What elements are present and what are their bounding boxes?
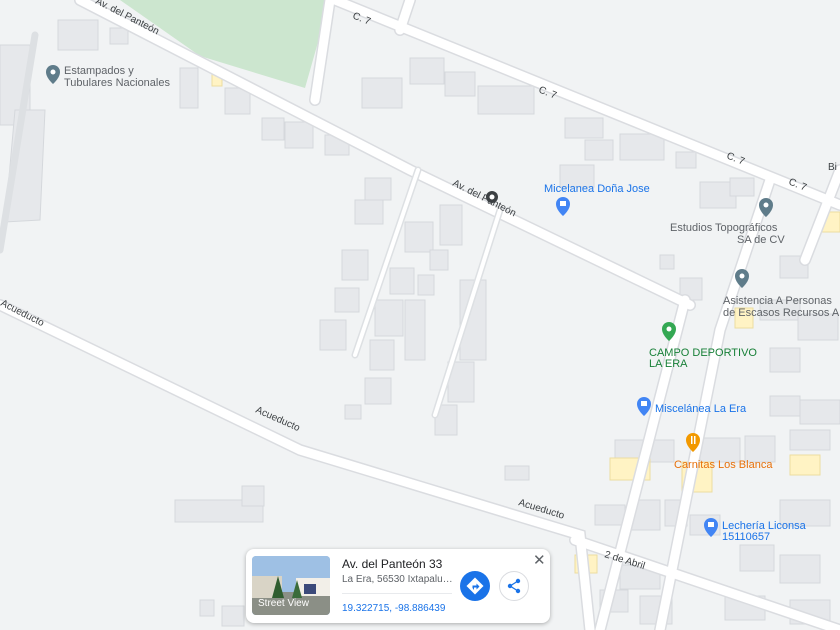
place-coordinates[interactable]: 19.322715, -98.886439 xyxy=(342,603,445,614)
poi-label-miscelanea-la-era[interactable]: Miscelánea La Era xyxy=(655,403,747,415)
street-view-thumbnail[interactable]: Street View xyxy=(252,556,330,615)
place-title: Av. del Panteón 33 xyxy=(342,557,443,571)
map-canvas[interactable]: C. 7 C. 7 C. 7 C. 7 Av. del Panteón Av. … xyxy=(0,0,840,630)
street-label-bi: Bi xyxy=(828,162,837,173)
poi-label-estampados[interactable]: Tubulares Nacionales xyxy=(64,77,170,89)
poi-label-campo-deportivo[interactable]: LA ERA xyxy=(649,358,688,370)
buildings xyxy=(0,19,840,627)
poi-label-estudios[interactable]: SA de CV xyxy=(737,234,785,246)
poi-label-miscelanea-dona-jose[interactable]: Micelanea Doña Jose xyxy=(544,183,650,195)
poi-label-asistencia[interactable]: de Escasos Recursos A xyxy=(723,307,840,319)
divider xyxy=(342,593,452,594)
poi-label-estudios[interactable]: Estudios Topográficos xyxy=(670,222,778,234)
location-pin-icon[interactable] xyxy=(486,191,498,203)
poi-pin-icon[interactable] xyxy=(46,65,60,84)
location-info-card[interactable]: Street View Av. del Panteón 33 La Era, 5… xyxy=(246,549,550,623)
directions-icon xyxy=(466,577,484,595)
share-button[interactable] xyxy=(499,571,529,601)
poi-label-asistencia[interactable]: Asistencia A Personas xyxy=(723,295,832,307)
poi-label-carnitas[interactable]: Carnitas Los Blanca xyxy=(674,459,773,471)
close-icon[interactable]: ✕ xyxy=(533,551,546,569)
directions-button[interactable] xyxy=(460,571,490,601)
shopping-pin-icon[interactable] xyxy=(637,397,651,416)
place-address: La Era, 56530 Ixtapaluca, Méx. xyxy=(342,574,454,585)
share-icon xyxy=(507,578,521,594)
poi-label-estampados[interactable]: Estampados y xyxy=(64,65,134,77)
street-view-label: Street View xyxy=(258,598,309,609)
shopping-pin-icon[interactable] xyxy=(556,197,570,216)
poi-label-lecheria[interactable]: 15110657 xyxy=(722,531,770,543)
